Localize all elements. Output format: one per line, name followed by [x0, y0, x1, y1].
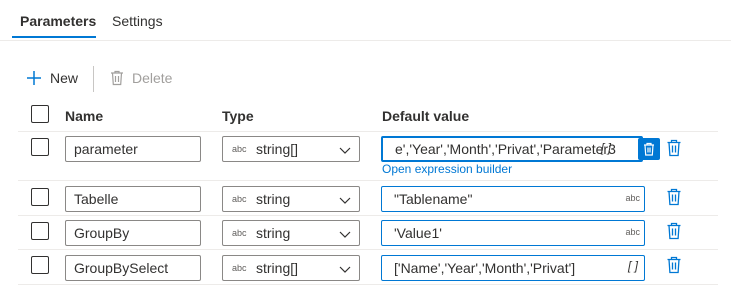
- column-header-type: Type: [222, 108, 254, 124]
- table-row: Tabelle abc string "Tablename" abc: [18, 181, 718, 216]
- parameter-type-dropdown[interactable]: abc string: [222, 186, 360, 212]
- table-row: parameter abc string[] e','Year','Month'…: [18, 132, 718, 181]
- array-hint: [ ]: [627, 259, 638, 273]
- default-value-input[interactable]: e','Year','Month','Privat','Parameter3 […: [381, 136, 643, 162]
- delete-button[interactable]: Delete: [110, 62, 172, 94]
- row-checkbox[interactable]: [31, 138, 49, 156]
- table-row: GroupBy abc string 'Value1' abc: [18, 216, 718, 250]
- string-hint: abc: [625, 193, 640, 203]
- default-value-text: "Tablename": [394, 191, 473, 207]
- select-all-checkbox[interactable]: [31, 105, 49, 123]
- clear-value-button[interactable]: [638, 138, 660, 160]
- parameter-type-dropdown[interactable]: abc string: [222, 220, 360, 246]
- chevron-down-icon: [339, 227, 351, 243]
- delete-row-icon[interactable]: [666, 256, 682, 274]
- abc-icon: abc: [232, 228, 247, 238]
- parameter-name-input[interactable]: parameter: [65, 136, 201, 162]
- column-header-default-value: Default value: [382, 108, 470, 124]
- new-button[interactable]: New: [26, 62, 78, 94]
- parameter-type-dropdown[interactable]: abc string[]: [222, 255, 360, 281]
- toolbar: New Delete: [0, 62, 731, 94]
- type-value: string: [256, 191, 291, 207]
- delete-button-label: Delete: [132, 70, 173, 86]
- active-tab-indicator: [12, 36, 96, 38]
- parameter-name-input[interactable]: GroupBy: [65, 220, 201, 246]
- tab-bar: Parameters Settings: [0, 0, 731, 41]
- delete-row-icon[interactable]: [666, 222, 682, 240]
- abc-icon: abc: [232, 263, 247, 273]
- chevron-down-icon: [339, 262, 351, 278]
- abc-icon: abc: [232, 144, 247, 154]
- type-value: string: [256, 225, 291, 241]
- grid-header: Name Type Default value: [18, 98, 718, 132]
- trash-icon: [643, 142, 655, 156]
- default-value-input[interactable]: "Tablename" abc: [381, 186, 645, 212]
- default-value-text: e','Year','Month','Privat','Parameter3: [395, 141, 616, 157]
- array-hint: [ ]: [600, 141, 611, 155]
- delete-row-icon[interactable]: [666, 139, 682, 157]
- trash-icon: [110, 70, 124, 86]
- delete-row-icon[interactable]: [666, 188, 682, 206]
- toolbar-separator: [93, 66, 94, 92]
- default-value-input[interactable]: 'Value1' abc: [381, 220, 645, 246]
- new-button-label: New: [50, 70, 79, 86]
- type-value: string[]: [256, 260, 299, 276]
- tab-settings[interactable]: Settings: [112, 13, 163, 29]
- plus-icon: [26, 70, 42, 86]
- column-header-name: Name: [65, 108, 104, 124]
- default-value-text: 'Value1': [394, 225, 442, 241]
- parameter-type-dropdown[interactable]: abc string[]: [222, 136, 360, 162]
- chevron-down-icon: [339, 193, 351, 209]
- type-value: string[]: [256, 141, 299, 157]
- tab-parameters[interactable]: Parameters: [20, 13, 96, 29]
- row-checkbox[interactable]: [31, 188, 49, 206]
- chevron-down-icon: [339, 143, 351, 159]
- row-checkbox[interactable]: [31, 256, 49, 274]
- row-checkbox[interactable]: [31, 222, 49, 240]
- abc-icon: abc: [232, 194, 247, 204]
- parameter-name-input[interactable]: Tabelle: [65, 186, 201, 212]
- open-expression-builder-link[interactable]: Open expression builder: [382, 162, 512, 176]
- default-value-input[interactable]: ['Name','Year','Month','Privat'] [ ]: [381, 255, 645, 281]
- default-value-text: ['Name','Year','Month','Privat']: [394, 260, 576, 276]
- string-hint: abc: [625, 227, 640, 237]
- parameter-name-input[interactable]: GroupBySelect: [65, 255, 201, 281]
- table-row: GroupBySelect abc string[] ['Name','Year…: [18, 250, 718, 285]
